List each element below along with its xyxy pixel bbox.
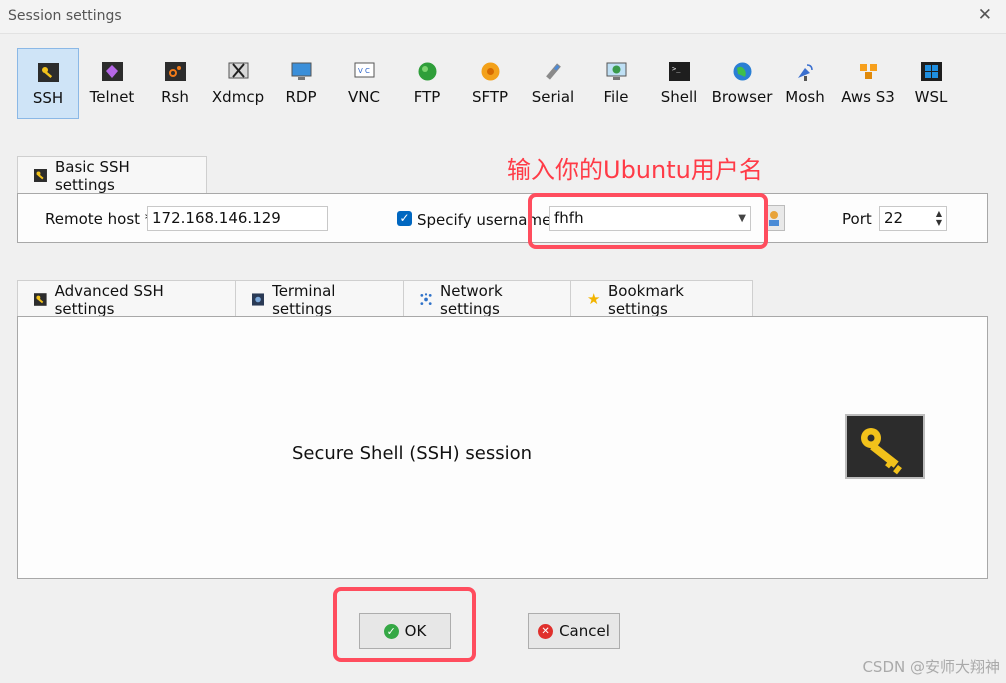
key-icon: [34, 293, 47, 306]
tab-label: Advanced SSH settings: [54, 281, 164, 318]
session-type-label: SFTP: [471, 88, 509, 106]
port-value: 22: [884, 209, 904, 227]
aws-s3-icon: [859, 64, 877, 79]
window-title: Session settings: [8, 8, 122, 24]
ftp-icon: [418, 62, 436, 81]
tab-label: Bookmark settings: [608, 281, 684, 318]
session-type-label: FTP: [413, 88, 441, 106]
telnet-icon: [101, 62, 123, 81]
port-label: Port: [842, 210, 872, 228]
session-type-wsl[interactable]: WSL: [900, 48, 962, 119]
terminal-icon: [252, 293, 265, 306]
session-type-ftp[interactable]: FTP: [396, 48, 458, 119]
tab-label: Basic SSH settings: [54, 157, 130, 194]
svg-text:>_: >_: [672, 65, 681, 73]
session-type-label: VNC: [348, 88, 380, 106]
session-type-ssh[interactable]: SSH: [17, 48, 79, 119]
key-icon: [34, 169, 47, 182]
port-spinner[interactable]: ▲ ▼: [936, 209, 942, 228]
session-type-xdmcp[interactable]: Xdmcp: [207, 48, 269, 119]
remote-host-label: Remote host *: [45, 210, 153, 228]
tab-bookmark-settings[interactable]: ★ Bookmark settings: [570, 280, 753, 318]
session-type-rsh[interactable]: Rsh: [144, 48, 206, 119]
rsh-icon: [164, 62, 186, 81]
file-icon: [606, 62, 626, 80]
tab-basic-ssh-settings[interactable]: Basic SSH settings: [17, 156, 207, 194]
xdmcp-icon: [228, 62, 248, 79]
tab-terminal-settings[interactable]: Terminal settings: [235, 280, 404, 318]
session-type-label: SSH: [32, 89, 64, 107]
network-icon: [420, 293, 432, 306]
session-type-label: Xdmcp: [211, 88, 265, 106]
ssh-key-icon: [37, 63, 59, 82]
session-type-mosh[interactable]: Mosh: [774, 48, 836, 119]
serial-icon: [545, 63, 561, 80]
wsl-icon: [920, 62, 942, 81]
spin-down-icon[interactable]: ▼: [936, 218, 942, 227]
browser-icon: [733, 62, 751, 81]
spin-up-icon[interactable]: ▲: [936, 209, 942, 218]
session-type-file[interactable]: File: [585, 48, 647, 119]
port-input[interactable]: 22 ▲ ▼: [879, 206, 947, 231]
session-type-browser[interactable]: Browser: [711, 48, 773, 119]
cancel-circle-icon: ✕: [538, 623, 554, 639]
session-type-telnet[interactable]: Telnet: [81, 48, 143, 119]
session-type-label: Serial: [531, 88, 575, 106]
shell-icon: >_: [668, 62, 690, 81]
key-icon: [861, 428, 902, 475]
sftp-icon: [481, 62, 499, 81]
tab-label: Network settings: [440, 281, 503, 318]
session-type-label: Shell: [660, 88, 698, 106]
session-type-label: Mosh: [785, 88, 825, 106]
annotation-highlight-username: [528, 193, 768, 249]
session-type-sftp[interactable]: SFTP: [459, 48, 521, 119]
title-bar: [0, 0, 1006, 34]
session-type-toolbar: SSH Telnet Rsh Xdmcp RDP V C VNC FTP SFT…: [16, 48, 966, 120]
cancel-label: Cancel: [559, 622, 610, 640]
remote-host-input[interactable]: 172.168.146.129: [147, 206, 328, 231]
session-type-label: Browser: [711, 88, 773, 106]
annotation-highlight-ok: [333, 587, 476, 662]
session-type-vnc[interactable]: V C VNC: [333, 48, 395, 119]
session-type-serial[interactable]: Serial: [522, 48, 584, 119]
rdp-icon: [291, 62, 311, 80]
ssh-key-large-icon: [845, 414, 925, 479]
cancel-button[interactable]: ✕ Cancel: [528, 613, 620, 649]
session-description: Secure Shell (SSH) session: [292, 443, 533, 464]
session-type-label: WSL: [914, 88, 948, 106]
session-type-aws-s3[interactable]: Aws S3: [837, 48, 899, 119]
annotation-text: 输入你的Ubuntu用户名: [507, 156, 763, 184]
close-button[interactable]: ✕: [978, 5, 992, 25]
session-type-shell[interactable]: >_ Shell: [648, 48, 710, 119]
session-type-rdp[interactable]: RDP: [270, 48, 332, 119]
mosh-icon: [797, 64, 813, 81]
watermark: CSDN @安师大翔神: [862, 658, 1000, 676]
tab-network-settings[interactable]: Network settings: [403, 280, 571, 318]
session-type-label: Telnet: [89, 88, 135, 106]
session-type-label: Rsh: [161, 88, 189, 106]
tab-advanced-ssh-settings[interactable]: Advanced SSH settings: [17, 280, 236, 318]
svg-text:V C: V C: [358, 67, 370, 75]
star-icon: ★: [587, 290, 601, 308]
session-type-label: RDP: [285, 88, 317, 106]
tab-label: Terminal settings: [272, 281, 336, 318]
specify-username-checkbox[interactable]: ✓: [397, 211, 412, 226]
vnc-icon: V C: [354, 62, 374, 78]
session-type-label: File: [603, 88, 629, 106]
session-type-label: Aws S3: [841, 88, 895, 106]
